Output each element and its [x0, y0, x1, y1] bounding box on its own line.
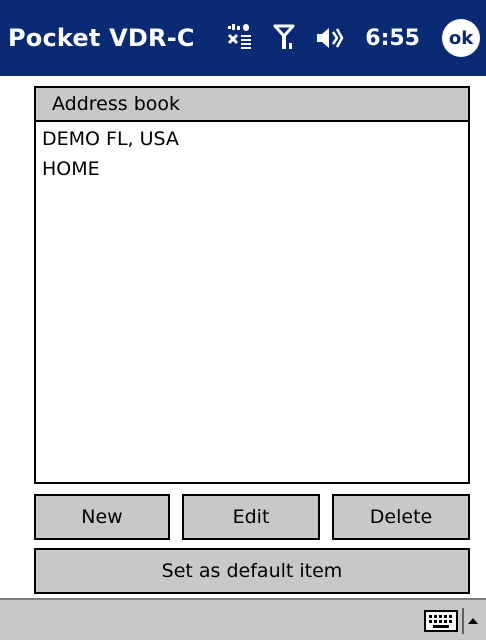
set-default-button[interactable]: Set as default item	[34, 548, 470, 594]
sync-status-icon[interactable]	[227, 23, 253, 53]
app-title[interactable]: Pocket VDR-C	[8, 24, 195, 52]
menu-bar	[0, 598, 486, 640]
address-book-list[interactable]: Address book DEMO FL, USA HOME	[34, 86, 470, 484]
edit-button[interactable]: Edit	[182, 494, 320, 540]
list-item[interactable]: HOME	[36, 154, 468, 184]
status-area: 6:55 ok	[227, 16, 480, 60]
keyboard-icon[interactable]	[424, 608, 458, 634]
title-bar: Pocket VDR-C 6:55 ok	[0, 0, 486, 76]
list-item[interactable]: DEMO FL, USA	[36, 124, 468, 154]
ok-icon[interactable]: ok	[442, 19, 480, 57]
delete-button[interactable]: Delete	[332, 494, 470, 540]
signal-icon[interactable]	[273, 23, 295, 53]
sip-up-arrow-icon[interactable]	[462, 608, 482, 634]
clock[interactable]: 6:55	[365, 26, 420, 51]
speaker-icon[interactable]	[315, 23, 345, 53]
address-book-header[interactable]: Address book	[36, 88, 468, 122]
new-button[interactable]: New	[34, 494, 170, 540]
